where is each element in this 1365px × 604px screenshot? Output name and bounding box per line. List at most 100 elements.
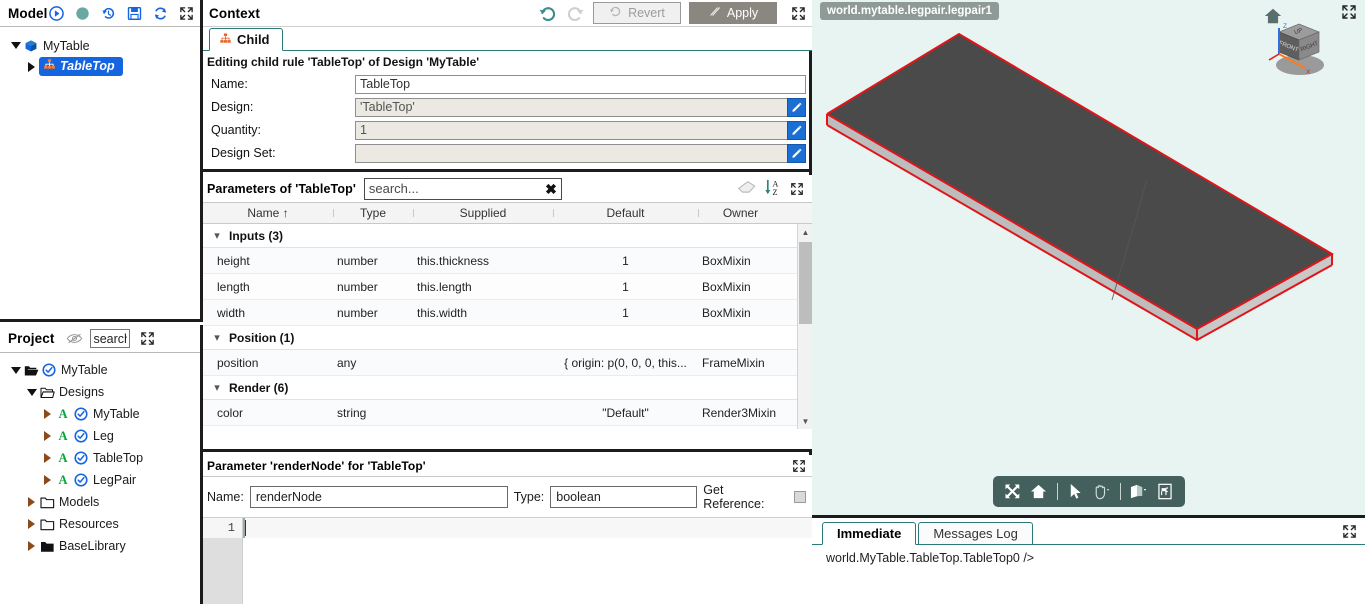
column-header-supplied[interactable]: Supplied: [413, 206, 553, 220]
parameter-group-header[interactable]: ▾ Render (6): [203, 376, 812, 400]
display-mode-icon[interactable]: [1128, 481, 1150, 503]
caret-down-icon[interactable]: [24, 388, 39, 396]
edit-pencil-icon[interactable]: [787, 143, 806, 163]
caret-right-icon[interactable]: [40, 453, 55, 463]
eraser-icon[interactable]: [737, 180, 757, 198]
context-field-input-quantity[interactable]: [355, 120, 788, 140]
context-field-input-designset[interactable]: [355, 143, 788, 163]
project-tree-item-models-6[interactable]: Models: [0, 491, 200, 513]
chevron-down-icon[interactable]: ▾: [209, 331, 225, 344]
select-tool-icon[interactable]: [1065, 481, 1087, 503]
project-tree-item-mytable-0[interactable]: MyTable: [0, 359, 200, 381]
model-tree-selected-chip[interactable]: TableTop: [39, 57, 123, 76]
parameters-tools: AZ: [737, 178, 808, 200]
project-search-input[interactable]: [90, 329, 131, 348]
parameter-row[interactable]: color string "Default" Render3Mixin: [203, 400, 812, 426]
column-header-default[interactable]: Default: [553, 206, 698, 220]
tab-child[interactable]: Child: [209, 28, 283, 51]
parameter-group-header[interactable]: ▾ Position (1): [203, 326, 812, 350]
save-icon[interactable]: [126, 5, 143, 22]
tab-immediate[interactable]: Immediate: [822, 522, 917, 545]
column-header-type[interactable]: Type: [333, 206, 413, 220]
3d-viewport[interactable]: world.mytable.legpair.legpair1 UP FRONT …: [812, 0, 1365, 518]
navigation-cube[interactable]: UP FRONT RIGHT Z X: [1261, 10, 1333, 80]
caret-right-icon[interactable]: [24, 61, 39, 72]
project-tree-item-baselibrary-8[interactable]: BaseLibrary: [0, 535, 200, 557]
project-tree-item-mytable-2[interactable]: A MyTable: [0, 403, 200, 425]
caret-right-icon[interactable]: [24, 497, 39, 507]
context-expand-icon[interactable]: [791, 6, 806, 21]
scroll-down-icon[interactable]: ▼: [798, 413, 812, 429]
project-tree-label: MyTable: [93, 407, 140, 421]
parameter-cell-owner: BoxMixin: [702, 305, 751, 320]
project-tree-item-tabletop-4[interactable]: A TableTop: [0, 447, 200, 469]
scroll-up-icon[interactable]: ▲: [798, 224, 812, 240]
caret-right-icon[interactable]: [24, 541, 39, 551]
parameters-vertical-scrollbar[interactable]: ▲ ▼: [797, 224, 812, 429]
caret-right-icon[interactable]: [40, 409, 55, 419]
fit-all-icon[interactable]: [1002, 481, 1024, 503]
project-tree-item-leg-3[interactable]: A Leg: [0, 425, 200, 447]
context-field-input-name[interactable]: [355, 74, 806, 94]
revert-button[interactable]: Revert: [593, 2, 681, 24]
history-icon[interactable]: [100, 5, 117, 22]
context-field-wrapper: [355, 143, 806, 163]
model-panel-header: Model: [0, 0, 200, 27]
parameter-row[interactable]: position any { origin: p(0, 0, 0, this... F…: [203, 350, 812, 376]
edit-pencil-icon[interactable]: [787, 97, 806, 117]
chevron-down-icon[interactable]: ▾: [209, 381, 225, 394]
parameters-search-input[interactable]: [363, 177, 562, 200]
get-reference-checkbox[interactable]: [794, 491, 806, 503]
refresh-icon[interactable]: [152, 5, 169, 22]
caret-right-icon[interactable]: [40, 431, 55, 441]
parameter-code-editor[interactable]: 1: [203, 517, 812, 604]
clear-search-icon[interactable]: ✖: [545, 180, 557, 198]
console-expand-icon[interactable]: [1342, 524, 1357, 542]
project-tree-item-resources-7[interactable]: Resources: [0, 513, 200, 535]
caret-down-icon[interactable]: [8, 42, 23, 49]
model-tree-row-tabletop[interactable]: TableTop: [0, 56, 200, 77]
parameter-row[interactable]: length number this.length 1 BoxMixin: [203, 274, 812, 300]
export-pdf-icon[interactable]: [1154, 481, 1176, 503]
undo-icon[interactable]: [537, 3, 557, 23]
chevron-down-icon[interactable]: ▾: [209, 229, 225, 242]
model-tree-row-mytable[interactable]: MyTable: [0, 35, 200, 56]
parameter-editor-expand-icon[interactable]: [792, 459, 806, 473]
column-header-owner[interactable]: Owner: [698, 206, 783, 220]
caret-down-icon[interactable]: [8, 366, 23, 374]
project-tree-item-legpair-5[interactable]: A LegPair: [0, 469, 200, 491]
code-line-1[interactable]: [243, 518, 812, 538]
caret-right-icon[interactable]: [24, 519, 39, 529]
redo-icon[interactable]: [565, 3, 585, 23]
viewport-expand-icon[interactable]: [1341, 4, 1357, 23]
parameter-row[interactable]: width number this.width 1 BoxMixin: [203, 300, 812, 326]
apply-button[interactable]: Apply: [689, 2, 777, 24]
home-view-button-icon[interactable]: [1028, 481, 1050, 503]
context-field-input-design[interactable]: [355, 97, 788, 117]
caret-right-icon[interactable]: [40, 475, 55, 485]
project-expand-icon[interactable]: [140, 331, 155, 346]
edit-pencil-icon[interactable]: [787, 120, 806, 140]
tab-messages-log[interactable]: Messages Log: [918, 522, 1033, 545]
parameter-row[interactable]: height number this.thickness 1 BoxMixin: [203, 248, 812, 274]
parameter-group-header[interactable]: ▾ Inputs (3): [203, 224, 812, 248]
column-header-name[interactable]: Name ↑: [203, 206, 333, 220]
parameter-type-input[interactable]: [550, 486, 698, 508]
project-tree-label: MyTable: [61, 363, 108, 377]
expand-icon[interactable]: [178, 5, 195, 22]
sort-az-icon[interactable]: AZ: [764, 178, 783, 200]
project-tree-item-designs-1[interactable]: Designs: [0, 381, 200, 403]
parameter-cell-type: number: [337, 279, 378, 294]
parameters-table-body: ▾ Inputs (3) height number this.thickness 1 Bo…: [203, 224, 812, 429]
code-body[interactable]: [243, 518, 812, 604]
parameter-name-input[interactable]: [249, 486, 508, 508]
eye-slash-icon[interactable]: [64, 331, 84, 347]
parameter-cell-default: 1: [622, 253, 629, 268]
parameter-cell-supplied: this.thickness: [417, 253, 490, 268]
scrollbar-thumb[interactable]: [799, 242, 812, 324]
parameters-panel: Parameters of 'TableTop' ✖ AZ: [203, 175, 812, 452]
play-icon[interactable]: [48, 5, 65, 22]
pan-tool-icon[interactable]: [1091, 481, 1113, 503]
record-icon[interactable]: [74, 5, 91, 22]
parameters-expand-icon[interactable]: [790, 182, 804, 196]
